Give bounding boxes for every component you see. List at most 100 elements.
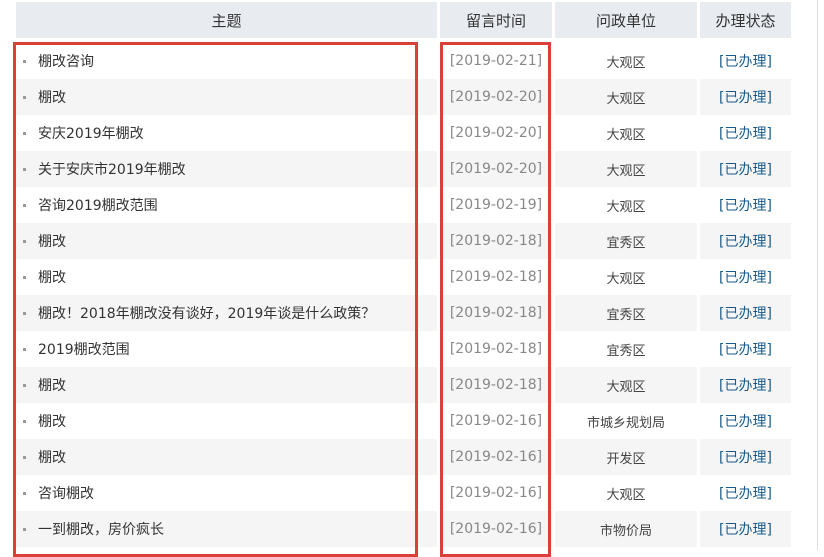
time-cell: [2019-02-20] xyxy=(440,115,555,151)
table-row: 咨询棚改 [2019-02-16] 大观区 [已办理] xyxy=(16,475,791,511)
time-cell: [2019-02-18] xyxy=(440,259,555,295)
subject-link[interactable]: 棚改 xyxy=(38,375,66,395)
header-status: 办理状态 xyxy=(700,2,791,38)
subject-cell: 棚改 xyxy=(16,403,440,439)
bullet-icon xyxy=(23,455,26,459)
status-cell: [已办理] xyxy=(700,79,791,115)
status-link[interactable]: [已办理] xyxy=(719,87,772,107)
status-cell: [已办理] xyxy=(700,43,791,79)
bullet-icon xyxy=(23,167,26,171)
subject-cell: 咨询棚改 xyxy=(16,475,440,511)
time-cell: [2019-02-20] xyxy=(440,151,555,187)
status-link[interactable]: [已办理] xyxy=(719,447,772,467)
table-row: 棚改咨询 [2019-02-21] 大观区 [已办理] xyxy=(16,43,791,79)
table-row: 棚改 [2019-02-18] 大观区 [已办理] xyxy=(16,259,791,295)
status-cell: [已办理] xyxy=(700,187,791,223)
subject-cell: 安庆2019年棚改 xyxy=(16,115,440,151)
subject-cell: 棚改 xyxy=(16,367,440,403)
time-cell: [2019-02-18] xyxy=(440,367,555,403)
subject-link[interactable]: 棚改咨询 xyxy=(38,51,94,71)
unit-cell: 大观区 xyxy=(555,187,700,223)
table-row: 棚改 [2019-02-18] 大观区 [已办理] xyxy=(16,367,791,403)
unit-cell: 大观区 xyxy=(555,475,700,511)
table-row: 咨询2019棚改范围 [2019-02-19] 大观区 [已办理] xyxy=(16,187,791,223)
unit-cell: 大观区 xyxy=(555,259,700,295)
unit-cell: 市物价局 xyxy=(555,511,700,547)
status-cell: [已办理] xyxy=(700,259,791,295)
status-cell: [已办理] xyxy=(700,367,791,403)
table-row: 一到棚改，房价疯长 [2019-02-16] 市物价局 [已办理] xyxy=(16,511,791,547)
header-unit: 问政单位 xyxy=(555,2,700,38)
status-cell: [已办理] xyxy=(700,511,791,547)
subject-link[interactable]: 棚改 xyxy=(38,447,66,467)
subject-link[interactable]: 棚改！2018年棚改没有谈好，2019年谈是什么政策？ xyxy=(38,303,375,323)
bullet-icon xyxy=(23,239,26,243)
table-header: 主题 留言时间 问政单位 办理状态 xyxy=(16,2,791,38)
time-cell: [2019-02-21] xyxy=(440,43,555,79)
status-link[interactable]: [已办理] xyxy=(719,519,772,539)
subject-link[interactable]: 安庆2019年棚改 xyxy=(38,123,144,143)
time-cell: [2019-02-16] xyxy=(440,475,555,511)
subject-link[interactable]: 2019棚改范围 xyxy=(38,339,130,359)
bullet-icon xyxy=(23,275,26,279)
status-link[interactable]: [已办理] xyxy=(719,303,772,323)
status-cell: [已办理] xyxy=(700,331,791,367)
time-cell: [2019-02-19] xyxy=(440,187,555,223)
subject-cell: 咨询2019棚改范围 xyxy=(16,187,440,223)
subject-cell: 2019棚改范围 xyxy=(16,331,440,367)
table-row: 棚改 [2019-02-16] 开发区 [已办理] xyxy=(16,439,791,475)
status-link[interactable]: [已办理] xyxy=(719,159,772,179)
subject-cell: 棚改 xyxy=(16,439,440,475)
bullet-icon xyxy=(23,491,26,495)
bullet-icon xyxy=(23,203,26,207)
table-row: 棚改 [2019-02-20] 大观区 [已办理] xyxy=(16,79,791,115)
subject-cell: 关于安庆市2019年棚改 xyxy=(16,151,440,187)
status-cell: [已办理] xyxy=(700,115,791,151)
status-link[interactable]: [已办理] xyxy=(719,123,772,143)
table-row: 关于安庆市2019年棚改 [2019-02-20] 大观区 [已办理] xyxy=(16,151,791,187)
status-link[interactable]: [已办理] xyxy=(719,231,772,251)
scrollbar-track[interactable] xyxy=(817,0,818,550)
time-cell: [2019-02-16] xyxy=(440,403,555,439)
subject-link[interactable]: 咨询棚改 xyxy=(38,483,94,503)
unit-cell: 大观区 xyxy=(555,79,700,115)
subject-cell: 棚改 xyxy=(16,223,440,259)
bullet-icon xyxy=(23,59,26,63)
status-link[interactable]: [已办理] xyxy=(719,195,772,215)
bullet-icon xyxy=(23,347,26,351)
unit-cell: 宜秀区 xyxy=(555,223,700,259)
status-cell: [已办理] xyxy=(700,223,791,259)
subject-link[interactable]: 棚改 xyxy=(38,87,66,107)
status-link[interactable]: [已办理] xyxy=(719,339,772,359)
unit-cell: 宜秀区 xyxy=(555,295,700,331)
status-link[interactable]: [已办理] xyxy=(719,267,772,287)
status-link[interactable]: [已办理] xyxy=(719,375,772,395)
header-subject: 主题 xyxy=(16,2,440,38)
table-row: 棚改 [2019-02-18] 宜秀区 [已办理] xyxy=(16,223,791,259)
table-row: 棚改 [2019-02-16] 市城乡规划局 [已办理] xyxy=(16,403,791,439)
table-row: 2019棚改范围 [2019-02-18] 宜秀区 [已办理] xyxy=(16,331,791,367)
time-cell: [2019-02-16] xyxy=(440,511,555,547)
subject-link[interactable]: 棚改 xyxy=(38,267,66,287)
table-body: 棚改咨询 [2019-02-21] 大观区 [已办理] 棚改 [2019-02-20] 大观… xyxy=(16,43,791,547)
time-cell: [2019-02-18] xyxy=(440,331,555,367)
bullet-icon xyxy=(23,131,26,135)
message-table: 主题 留言时间 问政单位 办理状态 棚改咨询 [2019-02-21] 大观区 [已办… xyxy=(16,2,791,547)
bullet-icon xyxy=(23,527,26,531)
time-cell: [2019-02-18] xyxy=(440,223,555,259)
subject-link[interactable]: 咨询2019棚改范围 xyxy=(38,195,158,215)
table-row: 安庆2019年棚改 [2019-02-20] 大观区 [已办理] xyxy=(16,115,791,151)
status-link[interactable]: [已办理] xyxy=(719,51,772,71)
bullet-icon xyxy=(23,311,26,315)
status-link[interactable]: [已办理] xyxy=(719,411,772,431)
status-link[interactable]: [已办理] xyxy=(719,483,772,503)
table-row: 棚改！2018年棚改没有谈好，2019年谈是什么政策？ [2019-02-18] 宜… xyxy=(16,295,791,331)
unit-cell: 大观区 xyxy=(555,43,700,79)
bullet-icon xyxy=(23,419,26,423)
time-cell: [2019-02-20] xyxy=(440,79,555,115)
subject-link[interactable]: 一到棚改，房价疯长 xyxy=(38,519,164,539)
subject-link[interactable]: 关于安庆市2019年棚改 xyxy=(38,159,186,179)
bullet-icon xyxy=(23,383,26,387)
subject-link[interactable]: 棚改 xyxy=(38,411,66,431)
subject-link[interactable]: 棚改 xyxy=(38,231,66,251)
